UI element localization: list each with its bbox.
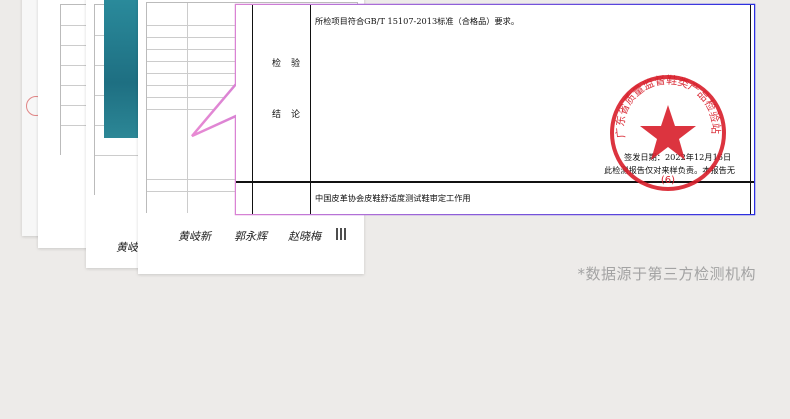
table-line xyxy=(750,5,751,214)
conclusion-label: 结论 xyxy=(272,110,311,120)
inspection-label: 检验 xyxy=(272,59,311,69)
seal-number: (6) xyxy=(661,175,675,186)
source-caption: *数据源于第三方检测机构 xyxy=(577,265,756,283)
report-zoom-detail: 检验 结论 所检项目符合GB/T 15107-2013标准（合格品）要求。 签发… xyxy=(236,5,754,214)
conclusion-text: 所检项目符合GB/T 15107-2013标准（合格品）要求。 xyxy=(315,16,520,26)
table-line xyxy=(252,5,253,214)
remarks-text: 中国皮革协会皮鞋舒适度测试鞋审定工作用 xyxy=(315,193,471,203)
official-seal-icon: 广东省质量监督鞋类产品检验站 (6) xyxy=(610,73,726,191)
table-line xyxy=(310,5,311,214)
